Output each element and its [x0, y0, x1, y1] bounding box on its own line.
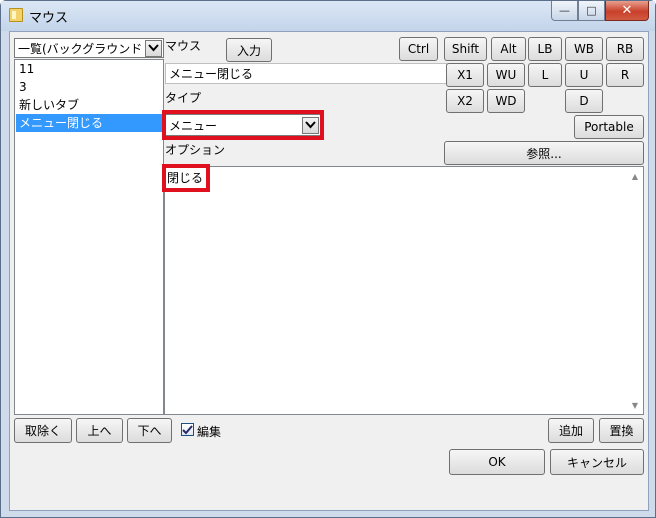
key-shift-button[interactable]: Shift	[444, 37, 487, 61]
scroll-up-icon[interactable]: ▲	[631, 173, 639, 181]
mouse-window: マウス — □ ✕ 一覧(バックグラウンド 11 3 新しいタブ メニュー閉じる…	[0, 0, 656, 518]
key-l-button[interactable]: L	[528, 63, 562, 87]
input-button[interactable]: 入力	[226, 38, 272, 62]
mouse-field[interactable]: メニュー閉じる	[165, 63, 447, 84]
key-x1-button[interactable]: X1	[446, 63, 484, 87]
item-list[interactable]: 11 3 新しいタブ メニュー閉じる	[14, 59, 164, 415]
window-title: マウス	[29, 11, 69, 26]
list-item[interactable]: 11	[16, 60, 34, 78]
key-alt-button[interactable]: Alt	[491, 37, 526, 61]
highlight-box	[162, 164, 210, 192]
key-ctrl-button[interactable]: Ctrl	[399, 37, 438, 61]
browse-button[interactable]: 参照...	[444, 141, 644, 165]
mouse-label: マウス	[165, 39, 202, 53]
minimize-button[interactable]: —	[551, 1, 578, 21]
checkmark-icon	[182, 424, 193, 434]
key-wb-button[interactable]: WB	[565, 37, 603, 61]
move-down-button[interactable]: 下へ	[127, 418, 172, 443]
option-label: オプション	[165, 143, 226, 157]
edit-checkbox-label: 編集	[197, 425, 222, 439]
key-wu-button[interactable]: WU	[487, 63, 525, 87]
portable-button[interactable]: Portable	[574, 115, 644, 139]
title-bar: マウス — □ ✕	[1, 1, 655, 31]
highlight-box	[162, 110, 324, 140]
remove-button[interactable]: 取除く	[14, 418, 72, 443]
option-textarea[interactable]: 閉じる ▲ ▼	[164, 166, 644, 415]
list-item[interactable]: 新しいタブ	[16, 96, 79, 114]
key-lb-button[interactable]: LB	[528, 37, 562, 61]
maximize-button[interactable]: □	[578, 1, 605, 21]
add-button[interactable]: 追加	[548, 418, 594, 443]
move-up-button[interactable]: 上へ	[76, 418, 123, 443]
key-x2-button[interactable]: X2	[446, 89, 484, 113]
edit-checkbox[interactable]	[181, 423, 194, 436]
list-item-selected[interactable]: メニュー閉じる	[16, 114, 162, 132]
dialog-body: 一覧(バックグラウンド 11 3 新しいタブ メニュー閉じる マウス 入力 Ct…	[9, 31, 649, 511]
type-label: タイプ	[165, 91, 202, 105]
key-rb-button[interactable]: RB	[606, 37, 644, 61]
key-r-button[interactable]: R	[606, 63, 644, 87]
ok-button[interactable]: OK	[449, 449, 545, 475]
chevron-down-icon	[145, 39, 162, 57]
key-wd-button[interactable]: WD	[487, 89, 525, 113]
scroll-down-icon[interactable]: ▼	[631, 402, 639, 410]
close-button[interactable]: ✕	[605, 1, 649, 21]
key-d-button[interactable]: D	[565, 89, 603, 113]
mouse-field-value: メニュー閉じる	[169, 67, 254, 81]
folder-icon	[9, 8, 23, 22]
key-u-button[interactable]: U	[565, 63, 603, 87]
cancel-button[interactable]: キャンセル	[550, 449, 644, 475]
replace-button[interactable]: 置換	[599, 418, 644, 443]
list-mode-dropdown[interactable]: 一覧(バックグラウンド	[14, 38, 164, 58]
list-item[interactable]: 3	[16, 78, 27, 96]
list-mode-value: 一覧(バックグラウンド	[18, 41, 143, 56]
